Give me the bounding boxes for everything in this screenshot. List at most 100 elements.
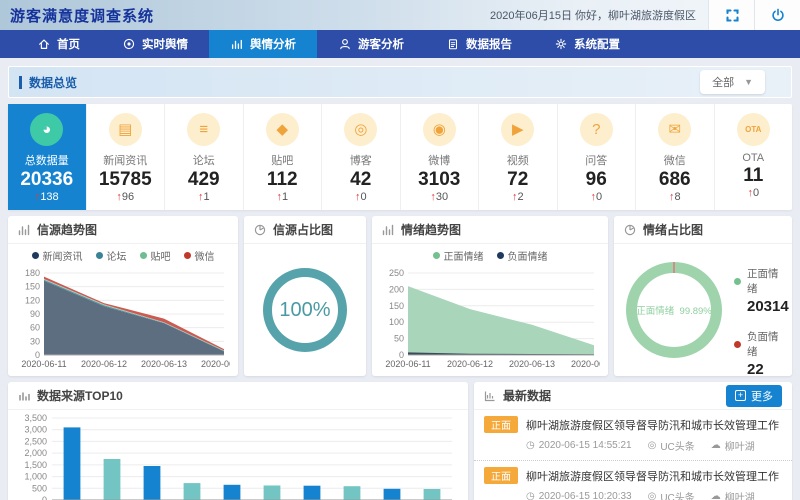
nav-item-label: 舆情分析 — [250, 36, 296, 52]
up-arrow-icon: ↑ — [590, 191, 596, 203]
legend-item[interactable]: 负面情绪 — [497, 248, 548, 263]
item-keyword: ☁柳叶湖 — [711, 438, 755, 453]
stat-card-wechat[interactable]: ✉ 微信 686 ↑8 — [636, 104, 715, 210]
latest-list: 正面 柳叶湖旅游度假区领导督导防汛和城市长效管理工作 ◷2020-06-15 1… — [474, 410, 792, 500]
legend-item[interactable]: 贴吧 — [140, 248, 171, 263]
nav-item-realtime[interactable]: 实时舆情 — [101, 30, 209, 58]
latest-item[interactable]: 正面 柳叶湖旅游度假区领导督导防汛和城市长效管理工作 ◷2020-06-15 1… — [474, 461, 792, 500]
stat-label: 贴吧 — [244, 152, 322, 168]
plus-icon: + — [735, 390, 746, 401]
chart-icon — [230, 37, 244, 51]
overview-section-bar: 数据总览 全部 ▼ — [8, 66, 792, 98]
stat-value: 72 — [479, 168, 557, 191]
list-chart-icon — [484, 390, 496, 402]
line-chart-icon — [18, 224, 30, 236]
keyword-icon: ☁ — [711, 440, 721, 451]
svg-text:0: 0 — [42, 495, 47, 500]
svg-text:2020-06-13: 2020-06-13 — [141, 359, 187, 369]
stat-card-forum[interactable]: ≡ 论坛 429 ↑1 — [165, 104, 244, 210]
stat-delta: ↑2 — [479, 191, 557, 203]
svg-text:2020-06-13: 2020-06-13 — [509, 359, 555, 369]
power-icon — [770, 7, 786, 23]
donut-center-text: 正面情绪 99.89% — [636, 303, 712, 317]
legend-item[interactable]: 新闻资讯 — [32, 248, 83, 263]
chevron-down-icon: ▼ — [744, 77, 753, 87]
source-icon: ◎ — [648, 491, 657, 500]
stat-card-qa[interactable]: ? 问答 96 ↑0 — [558, 104, 637, 210]
pie-chart-icon — [254, 224, 266, 236]
panel-title: 情绪占比图 — [643, 221, 703, 238]
home-icon — [37, 37, 51, 51]
sentiment-trend-legend: 正面情绪负面情绪 — [372, 248, 608, 263]
stat-value: 11 — [715, 164, 793, 187]
nav-item-analysis[interactable]: 舆情分析 — [209, 30, 317, 58]
item-title[interactable]: 柳叶湖旅游度假区领导督导防汛和城市长效管理工作 — [526, 468, 779, 484]
filter-select[interactable]: 全部 ▼ — [700, 70, 765, 94]
source-share-donut: 100% — [263, 268, 347, 352]
stat-label: OTA — [715, 152, 793, 164]
nav-item-report[interactable]: 数据报告 — [425, 30, 533, 58]
legend-dot — [140, 252, 147, 259]
stat-card-blog[interactable]: ◎ 博客 42 ↑0 — [322, 104, 401, 210]
panel-title: 最新数据 — [503, 387, 551, 404]
item-time: ◷2020-06-15 10:20:33 — [526, 489, 632, 500]
svg-text:2020-06-11: 2020-06-11 — [385, 359, 430, 369]
panel-title-bar: 情绪占比图 — [614, 216, 792, 244]
legend-item[interactable]: 正面情绪 — [433, 248, 484, 263]
legend-label: 新闻资讯 — [43, 248, 83, 263]
stat-label: 问答 — [558, 152, 636, 168]
top-header: 游客满意度调查系统 2020年06月15日 你好，柳叶湖旅游度假区 — [0, 0, 800, 30]
user-icon — [338, 37, 352, 51]
stat-delta: ↑8 — [636, 191, 714, 203]
report-icon — [446, 37, 460, 51]
nav-item-system[interactable]: 系统配置 — [533, 30, 641, 58]
stat-card-tieba[interactable]: ◆ 贴吧 112 ↑1 — [244, 104, 323, 210]
svg-text:250: 250 — [389, 268, 404, 278]
stat-card-video[interactable]: ▶ 视频 72 ↑2 — [479, 104, 558, 210]
stat-delta: ↑0 — [558, 191, 636, 203]
stat-delta: ↑1 — [165, 191, 243, 203]
stat-delta: ↑138 — [8, 191, 86, 203]
panel-title: 信源趋势图 — [37, 221, 97, 238]
stat-card-news[interactable]: ▤ 新闻资讯 15785 ↑96 — [87, 104, 166, 210]
legend-value: 22 — [747, 361, 789, 376]
nav-item-label: 首页 — [57, 36, 80, 52]
item-keyword: ☁柳叶湖 — [711, 489, 755, 500]
stat-label: 博客 — [322, 152, 400, 168]
legend-item[interactable]: 微信 — [184, 248, 215, 263]
nav-item-visitor[interactable]: 游客分析 — [317, 30, 425, 58]
svg-text:1,000: 1,000 — [24, 472, 47, 482]
legend-label: 贴吧 — [151, 248, 171, 263]
stat-delta: ↑30 — [401, 191, 479, 203]
section-title: 数据总览 — [19, 74, 77, 91]
stat-value: 42 — [322, 168, 400, 191]
stat-card-weibo[interactable]: ◉ 微博 3103 ↑30 — [401, 104, 480, 210]
up-arrow-icon: ↑ — [747, 187, 753, 199]
legend-label: 微信 — [195, 248, 215, 263]
svg-text:100: 100 — [389, 317, 404, 327]
item-title[interactable]: 柳叶湖旅游度假区领导督导防汛和城市长效管理工作 — [526, 417, 779, 433]
stat-label: 总数据量 — [8, 152, 86, 168]
legend-dot — [96, 252, 103, 259]
stat-card-total[interactable]: ◕ 总数据量 20336 ↑138 — [8, 104, 87, 210]
legend-item[interactable]: 论坛 — [96, 248, 127, 263]
fullscreen-button[interactable] — [708, 0, 754, 30]
power-button[interactable] — [754, 0, 800, 30]
svg-text:2020-06-14: 2020-06-14 — [571, 359, 600, 369]
svg-text:120: 120 — [25, 295, 40, 305]
panel-title: 信源占比图 — [273, 221, 333, 238]
legend-dot — [497, 252, 504, 259]
stat-value: 112 — [244, 168, 322, 191]
top10-plot: 05001,0001,5002,0002,5003,0003,500新浪微博百家… — [16, 412, 460, 500]
stat-card-ota[interactable]: OTA OTA 11 ↑0 — [715, 104, 793, 210]
more-button[interactable]: + 更多 — [726, 385, 782, 407]
up-arrow-icon: ↑ — [276, 191, 282, 203]
svg-text:200: 200 — [389, 284, 404, 294]
nav-item-home[interactable]: 首页 — [16, 30, 101, 58]
stat-delta: ↑96 — [87, 191, 165, 203]
stat-label: 微博 — [401, 152, 479, 168]
source-trend-chart: 03060901201501802020-06-112020-06-122020… — [8, 263, 238, 376]
latest-item[interactable]: 正面 柳叶湖旅游度假区领导督导防汛和城市长效管理工作 ◷2020-06-15 1… — [474, 410, 792, 461]
legend-label: 正面情绪 — [444, 248, 484, 263]
item-time: ◷2020-06-15 14:55:21 — [526, 438, 632, 453]
